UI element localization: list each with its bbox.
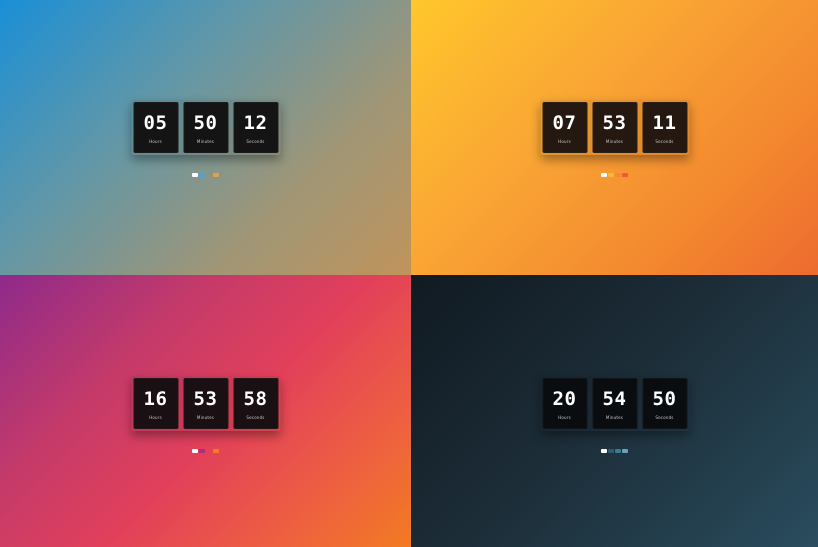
minutes-box: 50 Minutes [183, 102, 228, 153]
hours-label: Hours [558, 139, 571, 144]
footer-swatch [621, 172, 628, 177]
seconds-value: 12 [243, 112, 268, 134]
digital-clock: 07 Hours 53 Minutes 11 Seconds [540, 100, 689, 155]
footer-swatch [205, 448, 212, 453]
footer-swatch [614, 448, 621, 453]
footer-swatch [212, 172, 219, 177]
panel-blue-sand: 05 Hours 50 Minutes 12 Seconds [0, 0, 411, 275]
minutes-label: Minutes [196, 139, 215, 144]
hours-box: 20 Hours [542, 378, 587, 429]
minutes-value: 50 [193, 112, 218, 134]
footer-swatch [600, 172, 607, 177]
panel-purple-pink-orange: 16 Hours 53 Minutes 58 Seconds [0, 275, 411, 547]
footer-swatch [205, 172, 212, 177]
footer-swatch [191, 172, 198, 177]
panel-dark-slate: 20 Hours 54 Minutes 50 Seconds [411, 275, 818, 547]
credit-footer[interactable] [600, 172, 629, 177]
hours-label: Hours [149, 415, 162, 420]
minutes-label: Minutes [605, 139, 624, 144]
minutes-box: 53 Minutes [592, 102, 637, 153]
hours-box: 07 Hours [542, 102, 587, 153]
digital-clock: 16 Hours 53 Minutes 58 Seconds [131, 376, 280, 431]
seconds-box: 12 Seconds [233, 102, 278, 153]
seconds-value: 50 [652, 388, 677, 410]
hours-value: 07 [552, 112, 577, 134]
seconds-label: Seconds [246, 415, 265, 420]
digital-clock: 20 Hours 54 Minutes 50 Seconds [540, 376, 689, 431]
footer-swatch [600, 448, 607, 453]
minutes-label: Minutes [196, 415, 215, 420]
hours-box: 05 Hours [133, 102, 178, 153]
seconds-label: Seconds [246, 139, 265, 144]
seconds-box: 11 Seconds [642, 102, 687, 153]
panel-yellow-orange: 07 Hours 53 Minutes 11 Seconds [411, 0, 818, 275]
credit-footer[interactable] [600, 448, 629, 453]
hours-label: Hours [149, 139, 162, 144]
footer-swatch [607, 448, 614, 453]
footer-swatch [212, 448, 219, 453]
hours-value: 16 [143, 388, 168, 410]
hours-value: 05 [143, 112, 168, 134]
footer-swatch [191, 448, 198, 453]
seconds-box: 50 Seconds [642, 378, 687, 429]
digital-clock: 05 Hours 50 Minutes 12 Seconds [131, 100, 280, 155]
minutes-value: 53 [193, 388, 218, 410]
minutes-box: 53 Minutes [183, 378, 228, 429]
seconds-value: 58 [243, 388, 268, 410]
minutes-box: 54 Minutes [592, 378, 637, 429]
seconds-label: Seconds [655, 139, 674, 144]
footer-swatch [607, 172, 614, 177]
footer-swatch [198, 448, 205, 453]
hours-label: Hours [558, 415, 571, 420]
seconds-box: 58 Seconds [233, 378, 278, 429]
credit-footer[interactable] [191, 448, 220, 453]
clock-variants-grid: 05 Hours 50 Minutes 12 Seconds 07 Hours … [0, 0, 818, 547]
hours-box: 16 Hours [133, 378, 178, 429]
minutes-value: 54 [602, 388, 627, 410]
seconds-value: 11 [652, 112, 677, 134]
minutes-value: 53 [602, 112, 627, 134]
seconds-label: Seconds [655, 415, 674, 420]
minutes-label: Minutes [605, 415, 624, 420]
footer-swatch [198, 172, 205, 177]
footer-swatch [621, 448, 628, 453]
footer-swatch [614, 172, 621, 177]
credit-footer[interactable] [191, 172, 220, 177]
hours-value: 20 [552, 388, 577, 410]
